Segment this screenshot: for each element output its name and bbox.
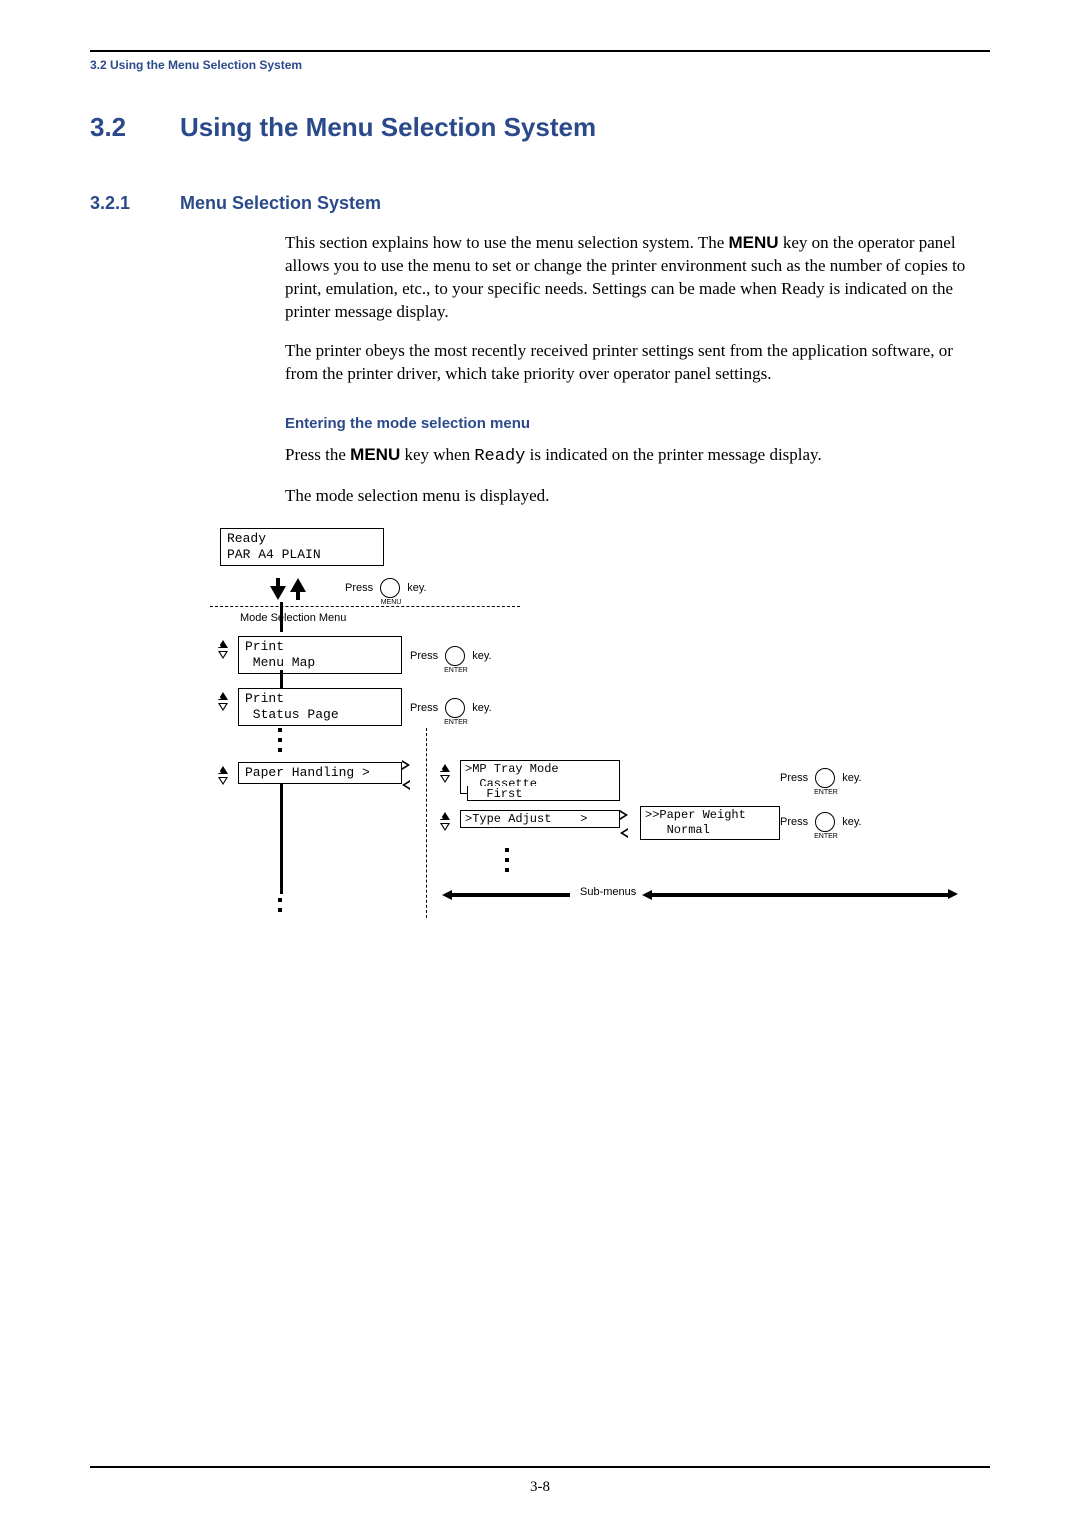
- right-arrow-icon: [620, 810, 628, 820]
- running-header: 3.2 Using the Menu Selection System: [90, 58, 990, 72]
- updown-arrows-icon: [218, 692, 232, 711]
- menu-key-label: MENU: [729, 233, 779, 252]
- dashed-divider: [210, 606, 520, 607]
- subsection-title: Menu Selection System: [180, 193, 381, 213]
- page-number: 3-8: [0, 1479, 1080, 1496]
- dashed-vline: [426, 728, 427, 918]
- menu-button-icon: [380, 578, 400, 598]
- flow-line: [280, 602, 283, 632]
- enter-button-icon: [815, 812, 835, 832]
- paragraph-3: Press the MENU key when Ready is indicat…: [285, 444, 990, 469]
- press-enter-key-2: Press key. ENTER: [410, 698, 492, 726]
- lcd-print-menu-map: Print Menu Map: [238, 636, 402, 675]
- lcd-mp-tray-stack: First: [467, 786, 620, 801]
- flow-dots: [505, 848, 509, 878]
- menu-key-label-2: MENU: [350, 445, 400, 464]
- submenus-arrow-left: [450, 893, 570, 897]
- lcd-paper-handling: Paper Handling >: [238, 762, 402, 784]
- flow-dots: [278, 728, 282, 758]
- press-enter-key-4: Press key. ENTER: [780, 812, 862, 840]
- press-enter-key-1: Press key. ENTER: [410, 646, 492, 674]
- menu-flow-diagram: Ready PAR A4 PLAIN Press key. MENU Mode …: [210, 528, 990, 948]
- enter-button-label: ENTER: [444, 667, 468, 674]
- subheading-entering-mode: Entering the mode selection menu: [285, 414, 990, 434]
- top-rule: [90, 50, 990, 52]
- body-column: This section explains how to use the men…: [285, 232, 990, 508]
- paragraph-4: The mode selection menu is displayed.: [285, 485, 990, 508]
- flow-line: [280, 784, 283, 894]
- bottom-rule: [90, 1466, 990, 1468]
- enter-button-icon: [445, 646, 465, 666]
- press-enter-key-3: Press key. ENTER: [780, 768, 862, 796]
- section-heading: 3.2Using the Menu Selection System: [90, 112, 990, 143]
- right-arrow-icon: [402, 760, 410, 770]
- subsection-heading: 3.2.1Menu Selection System: [90, 193, 990, 214]
- paragraph-1: This section explains how to use the men…: [285, 232, 990, 324]
- enter-button-label: ENTER: [814, 789, 838, 796]
- lcd-ready: Ready PAR A4 PLAIN: [220, 528, 384, 567]
- enter-button-icon: [445, 698, 465, 718]
- updown-arrows-icon: [440, 812, 454, 831]
- enter-button-label: ENTER: [814, 833, 838, 840]
- menu-toggle-arrows-icon: [270, 578, 306, 600]
- subsection-number: 3.2.1: [90, 193, 180, 214]
- updown-arrows-icon: [218, 766, 232, 785]
- left-arrow-icon: [402, 780, 410, 790]
- press-menu-key: Press key. MENU: [345, 578, 427, 606]
- enter-button-icon: [815, 768, 835, 788]
- left-arrow-icon: [620, 828, 628, 838]
- paragraph-2: The printer obeys the most recently rece…: [285, 340, 990, 386]
- updown-arrows-icon: [440, 764, 454, 783]
- menu-button-label: MENU: [379, 599, 403, 606]
- lcd-print-status-page: Print Status Page: [238, 688, 402, 727]
- submenus-label: Sub-menus: [580, 886, 636, 898]
- section-number: 3.2: [90, 112, 180, 143]
- lcd-paper-weight: >>Paper Weight Normal: [640, 806, 780, 840]
- submenus-arrow-right: [650, 893, 950, 897]
- mode-selection-menu-label: Mode Selection Menu: [240, 612, 346, 624]
- flow-line: [280, 670, 283, 688]
- ready-literal: Ready: [474, 447, 525, 466]
- section-title: Using the Menu Selection System: [180, 112, 596, 142]
- flow-dots: [278, 898, 282, 918]
- lcd-type-adjust: >Type Adjust >: [460, 810, 620, 828]
- enter-button-label: ENTER: [444, 719, 468, 726]
- updown-arrows-icon: [218, 640, 232, 659]
